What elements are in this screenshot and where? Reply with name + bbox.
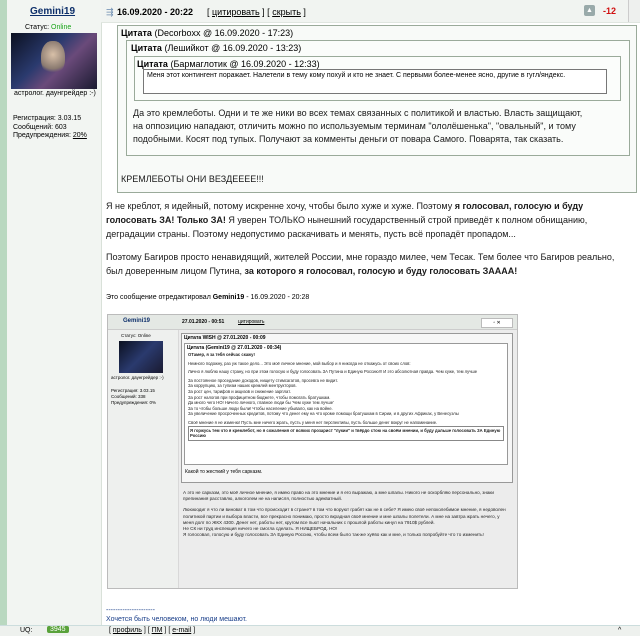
shot-quote-inner-label: Цитата (Gemini19 @ 27.01.2020 - 00:34)	[187, 345, 282, 351]
shot-user-stats: Регистрация: 3.03.15 Сообщений: 338 Предуп…	[111, 388, 156, 405]
quote2-header: Цитата (Лешийкот @ 16.09.2020 - 13:23)	[131, 43, 302, 53]
quote1-text: Да это кремлеботы. Одни и те же ники во …	[133, 108, 583, 144]
footer-links: [ профиль ] [ ПМ ] [ e-mail ]	[109, 627, 196, 634]
avatar-face	[41, 41, 65, 75]
user-registration: Регистрация: 3.03.15	[13, 115, 82, 122]
shot-window-controls: ▫ ✕	[481, 318, 513, 328]
quote-link[interactable]: цитировать	[212, 7, 260, 17]
shot-quote-outer-label: Цитата WISH @ 27.01.2020 - 00:09	[184, 335, 266, 341]
left-strip	[0, 0, 7, 635]
footer-uq-label: UQ:	[20, 627, 33, 634]
scrollbar[interactable]	[628, 0, 640, 22]
shot-sarcasm: Какой то жесткий у тебя сарказм.	[185, 469, 263, 475]
shot-quote-body: ОТамер, я за тебя сейчас скажу! Немного …	[188, 352, 504, 441]
avatar	[11, 33, 97, 89]
user-post-count: Сообщений: 603	[13, 123, 67, 131]
quote1-header: Цитата (Decorboxx @ 16.09.2020 - 17:23)	[121, 28, 294, 38]
post-actions: [ цитировать ] [ скрыть ]	[207, 7, 306, 17]
shot-reply: А это не сарказм, это моё личное мнение,…	[183, 490, 506, 538]
user-status: Статус: Online	[25, 24, 72, 31]
user-stats: Регистрация: 3.03.15 Сообщений: 603 Пред…	[13, 115, 87, 141]
reputation-badge[interactable]: 3945	[47, 626, 69, 633]
username-link[interactable]: Gemini19	[30, 6, 75, 17]
shot-status: Статус: Online	[121, 333, 151, 338]
shot-quote-link: цитировать	[238, 319, 265, 325]
post-score: -12	[603, 6, 617, 16]
embedded-screenshot: Gemini19 27.01.2020 - 00:51 цитировать ▫…	[107, 314, 518, 589]
profile-link[interactable]: профиль	[113, 627, 142, 634]
signature-text: Хочется быть человеком, но люди мешают.	[106, 616, 247, 623]
quote3-text: Меня этот контингент поражает. Налетели …	[143, 69, 607, 94]
hide-link[interactable]: скрыть	[272, 7, 301, 17]
warnings-link[interactable]: 20%	[73, 132, 87, 139]
post-date: 16.09.2020 - 20:22	[117, 7, 194, 17]
edit-note: Это сообщение отредактировал Gemini19 - …	[106, 294, 310, 301]
shot-header	[108, 315, 517, 330]
post-link-icon[interactable]: ⇶	[106, 7, 114, 18]
post-paragraph-1: Я не креблот, я идейный, потому искренне…	[106, 201, 588, 239]
shot-user-title: астролог. даунгрейдер :-)	[111, 375, 164, 380]
online-indicator: Online	[51, 24, 72, 31]
pm-link[interactable]: ПМ	[152, 627, 163, 634]
shot-date: 27.01.2020 - 00:51	[182, 319, 225, 325]
scroll-top-button[interactable]: ^	[618, 627, 621, 634]
shot-username: Gemini19	[123, 318, 151, 324]
signature: --------------------- Хочется быть челов…	[106, 607, 247, 623]
user-warnings: Предупреждения: 20%	[13, 132, 87, 139]
post-paragraph-2: Поэтому Багиров просто ненавидящий, жите…	[106, 252, 615, 276]
quote1-tail: КРЕМЛЕБОТЫ ОНИ ВЕЗДЕЕЕЕ!!!	[121, 174, 264, 184]
vote-up-button[interactable]: ▲	[584, 5, 595, 16]
post-footer	[0, 625, 640, 636]
email-link[interactable]: e-mail	[172, 627, 191, 634]
shot-avatar	[119, 341, 163, 373]
user-title: астролог. даунгрейдер :-)	[14, 90, 96, 97]
quote3-header: Цитата (Бармаглотик @ 16.09.2020 - 12:33…	[137, 59, 320, 69]
